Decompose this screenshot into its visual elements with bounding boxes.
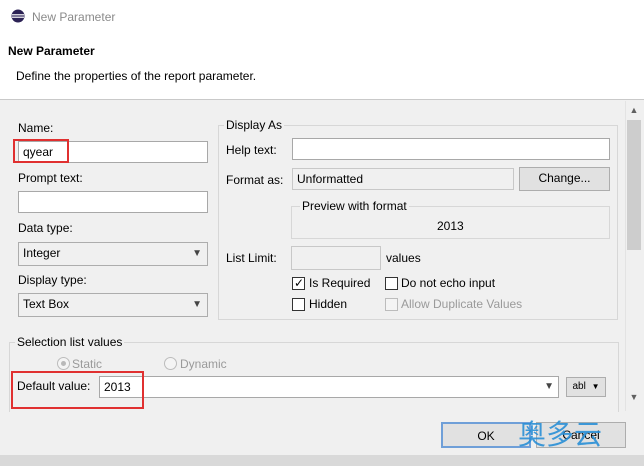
arrow-up-icon[interactable]: ▲ bbox=[628, 105, 640, 117]
highlight-box-name bbox=[13, 139, 69, 163]
chevron-down-icon: ▼ bbox=[192, 248, 202, 259]
prompt-text-label: Prompt text: bbox=[18, 171, 83, 185]
expression-button[interactable]: abl ▼ bbox=[566, 377, 606, 397]
display-type-label: Display type: bbox=[18, 273, 87, 287]
data-type-select[interactable]: Integer ▼ bbox=[18, 242, 208, 266]
dynamic-radio bbox=[164, 357, 177, 370]
is-required-label: Is Required bbox=[309, 276, 371, 290]
help-text-input[interactable] bbox=[292, 138, 610, 160]
expression-button-label: abl bbox=[572, 381, 586, 392]
allow-duplicate-checkbox bbox=[385, 298, 398, 311]
chevron-down-icon[interactable]: ▼ bbox=[544, 380, 554, 394]
arrow-down-icon[interactable]: ▼ bbox=[628, 392, 640, 404]
list-limit-suffix: values bbox=[386, 251, 421, 265]
selection-list-label: Selection list values bbox=[15, 335, 125, 349]
display-as-label: Display As bbox=[224, 118, 285, 132]
header-description: Define the properties of the report para… bbox=[16, 69, 257, 83]
format-as-label: Format as: bbox=[226, 173, 284, 187]
static-radio bbox=[57, 357, 70, 370]
highlight-box-default bbox=[11, 371, 144, 409]
list-limit-input[interactable] bbox=[291, 246, 381, 270]
help-text-label: Help text: bbox=[226, 143, 277, 157]
header-title: New Parameter bbox=[8, 44, 95, 58]
chevron-down-icon: ▼ bbox=[591, 382, 600, 391]
list-limit-label: List Limit: bbox=[226, 251, 277, 265]
is-required-checkbox[interactable] bbox=[292, 276, 305, 290]
eclipse-icon bbox=[11, 9, 25, 23]
default-value-input[interactable]: 2013 ▼ bbox=[99, 376, 559, 398]
allow-duplicate-label: Allow Duplicate Values bbox=[401, 297, 523, 311]
hidden-checkbox[interactable] bbox=[292, 298, 305, 311]
prompt-text-input[interactable] bbox=[18, 191, 208, 213]
display-type-select[interactable]: Text Box ▼ bbox=[18, 293, 208, 317]
change-format-button[interactable]: Change... bbox=[519, 167, 610, 191]
dialog-header bbox=[0, 34, 644, 100]
data-type-value: Integer bbox=[23, 246, 61, 260]
preview-label: Preview with format bbox=[300, 199, 409, 213]
do-not-echo-label: Do not echo input bbox=[401, 276, 496, 290]
data-type-label: Data type: bbox=[18, 221, 73, 235]
watermark-text: 奥多云 bbox=[518, 418, 603, 451]
name-label: Name: bbox=[18, 121, 54, 135]
format-as-field: Unformatted bbox=[292, 168, 514, 190]
hidden-label: Hidden bbox=[309, 297, 348, 311]
display-type-value: Text Box bbox=[23, 297, 70, 311]
static-label: Static bbox=[72, 357, 103, 371]
dynamic-label: Dynamic bbox=[180, 357, 227, 371]
window-title: New Parameter bbox=[32, 10, 116, 24]
chevron-down-icon: ▼ bbox=[192, 299, 202, 310]
preview-value: 2013 bbox=[437, 219, 464, 233]
bottom-strip bbox=[0, 455, 644, 466]
scrollbar-thumb[interactable] bbox=[627, 120, 641, 250]
do-not-echo-checkbox[interactable] bbox=[385, 277, 398, 290]
